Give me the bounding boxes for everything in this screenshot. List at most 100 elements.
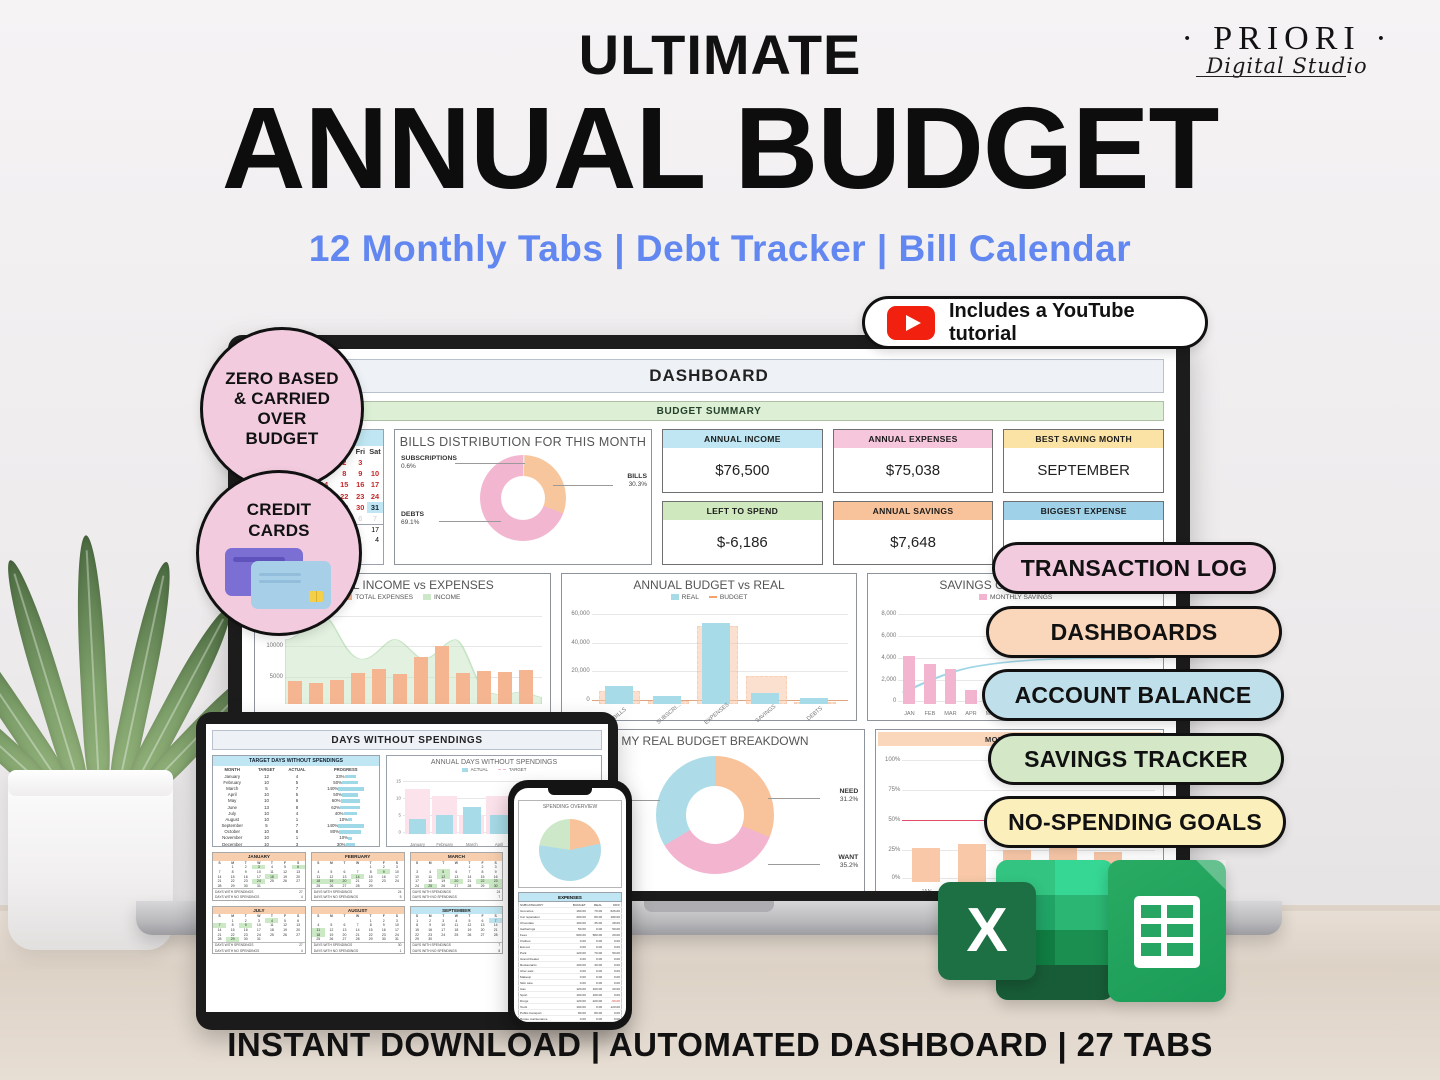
y-tick: 20,000 <box>571 668 590 675</box>
kpi-title: LEFT TO SPEND <box>663 502 822 520</box>
legend-item: BUDGET <box>708 594 747 601</box>
chart-legend: REAL BUDGET <box>568 594 851 601</box>
kpi-best-saving-month: BEST SAVING MONTH SEPTEMBER <box>1003 429 1165 493</box>
legend-item: MONTHLY SAVINGS <box>979 594 1052 601</box>
calendar-day[interactable]: 23 <box>354 491 367 502</box>
y-tick: 0% <box>891 875 901 882</box>
poster-stage: ULTIMATE ANNUAL BUDGET 12 Monthly Tabs |… <box>0 0 1440 1080</box>
table: MONTH TARGET ACTUAL PROGRESS January 12 4 3… <box>213 766 379 847</box>
bills-distribution-chart: BILLS DISTRIBUTION FOR THIS MONTH SUBSCR… <box>394 429 652 565</box>
y-tick: 50% <box>888 816 901 823</box>
y-tick: 10 <box>396 795 401 801</box>
mini-calendar-month: SEPTEMBER <box>410 906 503 915</box>
pill-savings-tracker[interactable]: SAVINGS TRACKER <box>988 733 1284 785</box>
badge-line: OVER <box>257 409 307 428</box>
footer-text: INSTANT DOWNLOAD | AUTOMATED DASHBOARD |… <box>227 1026 1213 1063</box>
plant-decoration <box>0 534 275 960</box>
card-stripe <box>259 572 301 576</box>
col-actual: ACTUAL <box>288 767 306 772</box>
y-tick: 15 <box>396 778 401 784</box>
kpi-title: BEST SAVING MONTH <box>1004 430 1164 448</box>
page-title: ANNUAL BUDGET <box>221 83 1220 213</box>
phone-screen: SPENDING OVERVIEW EXPENSES SUBCATEGORY B… <box>514 788 626 1022</box>
badge-line: BUDGET <box>245 429 319 449</box>
donut-ring <box>480 455 566 541</box>
pill-no-spending-goals[interactable]: NO-SPENDING GOALS <box>984 796 1286 848</box>
leader-line <box>439 521 501 522</box>
calendar-day[interactable]: 9 <box>354 468 367 479</box>
mini-calendar[interactable]: JULY SMTWTFS 123456 7 8 9 10 11 12 13 14 15 16 17… <box>212 905 306 955</box>
logo-dot-left: · <box>1181 20 1199 57</box>
pill-transaction-log[interactable]: TRANSACTION LOG <box>992 542 1276 594</box>
calendar-day[interactable]: 24 <box>367 491 383 502</box>
calendar-day[interactable]: 8 <box>335 468 354 479</box>
x-tick: EXPENSES <box>703 702 731 726</box>
y-tick: 8,000 <box>881 610 897 617</box>
kpi-title: ANNUAL INCOME <box>663 430 822 448</box>
y-tick: 75% <box>888 786 901 793</box>
pill-dashboards[interactable]: DASHBOARDS <box>986 606 1282 658</box>
bills-due-value: 17 <box>371 526 379 534</box>
mini-calendar[interactable]: JANUARY SMTWTFS 123456 7 8 9 10 11 12 13 14 15 1… <box>212 852 306 901</box>
mini-calendar-month: JULY <box>213 906 305 915</box>
mini-calendar[interactable]: FEBRUARY SMTWTFS 123 4 5 6 7 8 9 10 11 12 13 14 15… <box>310 852 405 901</box>
mini-calendar[interactable]: AUGUST SMTWTFS 123 4 5 6 7 8 9 10 11 12 13 14 15 16… <box>310 905 405 955</box>
calendar-weekday: Fri <box>355 447 366 456</box>
y-tick: 40,000 <box>571 639 590 646</box>
calendar-day[interactable] <box>367 457 383 468</box>
chart-legend: MONTHLY SAVINGS <box>874 594 1157 601</box>
y-tick: 0 <box>893 698 897 705</box>
kpi-left-to-spend: LEFT TO SPEND $-6,186 <box>662 501 823 565</box>
badge-credit-cards: CREDIT CARDS <box>196 470 362 636</box>
card-chip-icon <box>309 590 323 602</box>
kpi-value: $-6,186 <box>716 533 768 551</box>
mini-calendar-footer: DAYS WITH SPENDINGS 7 DAYS WITH NO SPENDI… <box>410 941 503 953</box>
legend-item: REAL <box>670 594 699 601</box>
expenses-table-title: EXPENSES <box>518 892 622 902</box>
mini-calendar-footer: DAYS WITH SPENDINGS 24 DAYS WITH NO SPEND… <box>410 888 503 899</box>
spending-overview-chart: SPENDING OVERVIEW <box>518 800 622 888</box>
y-tick: 4,000 <box>881 654 897 661</box>
tablet-sheet-title: DAYS WITHOUT SPENDINGS <box>212 730 602 750</box>
calendar-day[interactable]: 10 <box>367 468 383 479</box>
kpi-annual-income: ANNUAL INCOME $76,500 <box>662 429 823 493</box>
leader-line <box>455 463 525 464</box>
calendar-day[interactable]: 30 <box>354 502 367 513</box>
google-sheets-icon[interactable] <box>1108 860 1226 1002</box>
plot-area: 60,000 40,000 20,000 0 BILLS SUBSCRI... … <box>571 608 849 726</box>
kpi-annual-expenses: ANNUAL EXPENSES $75,038 <box>832 429 994 493</box>
y-tick: 5000 <box>269 674 283 681</box>
col-progress: PROGRESS <box>333 767 358 772</box>
legend-item: TOTAL EXPENSES <box>344 594 413 601</box>
y-tick: 60,000 <box>571 610 590 617</box>
pill-account-balance[interactable]: ACCOUNT BALANCE <box>982 669 1284 721</box>
logo-dot-right: · <box>1375 20 1393 57</box>
calendar-day[interactable]: 7 <box>367 513 383 524</box>
x-tick: February <box>436 842 454 847</box>
mini-calendar-month: FEBRUARY <box>311 853 404 861</box>
calendar-day[interactable]: 3 <box>354 457 367 468</box>
badge-line: CREDIT <box>246 500 312 520</box>
kpi-title: BIGGEST EXPENSE <box>1004 502 1164 520</box>
calendar-day-selected[interactable]: 31 <box>366 501 383 513</box>
calendar-day[interactable]: 17 <box>367 479 383 490</box>
target-days-table: TARGET DAYS WITHOUT SPENDINGS MONTH TARG… <box>212 755 380 847</box>
y-tick: 10000 <box>266 643 283 650</box>
table-row: January 12 4 33% <box>213 773 379 779</box>
calendar-day[interactable]: 16 <box>354 479 367 490</box>
y-tick: 2,000 <box>881 677 897 683</box>
excel-icon[interactable]: X <box>938 882 1036 980</box>
youtube-tutorial-badge[interactable]: Includes a YouTube tutorial <box>862 296 1208 349</box>
calendar-day[interactable]: 15 <box>335 479 354 490</box>
mini-calendar[interactable]: MARCH SMTWTFS 123 3456789 10 11 12 13 14 15 16… <box>409 852 504 901</box>
x-tick: APR <box>965 711 977 717</box>
y-tick: 5 <box>398 812 401 818</box>
kpi-row: ANNUAL INCOME $76,500 ANNUAL EXPENSES $7… <box>662 429 1165 493</box>
app-icons: X <box>938 860 1226 1020</box>
table-row: September 5 7 140% <box>213 823 379 829</box>
kpi-value: SEPTEMBER <box>1037 461 1130 479</box>
chart-title: SPENDING OVERVIEW <box>542 804 598 810</box>
table-title: TARGET DAYS WITHOUT SPENDINGS <box>213 756 379 766</box>
x-tick: SAVINGS <box>754 703 778 725</box>
mini-calendar[interactable]: SEPTEMBER SMTWTFS 1234567 8 9 10 11 12 13 14 1… <box>409 905 504 955</box>
